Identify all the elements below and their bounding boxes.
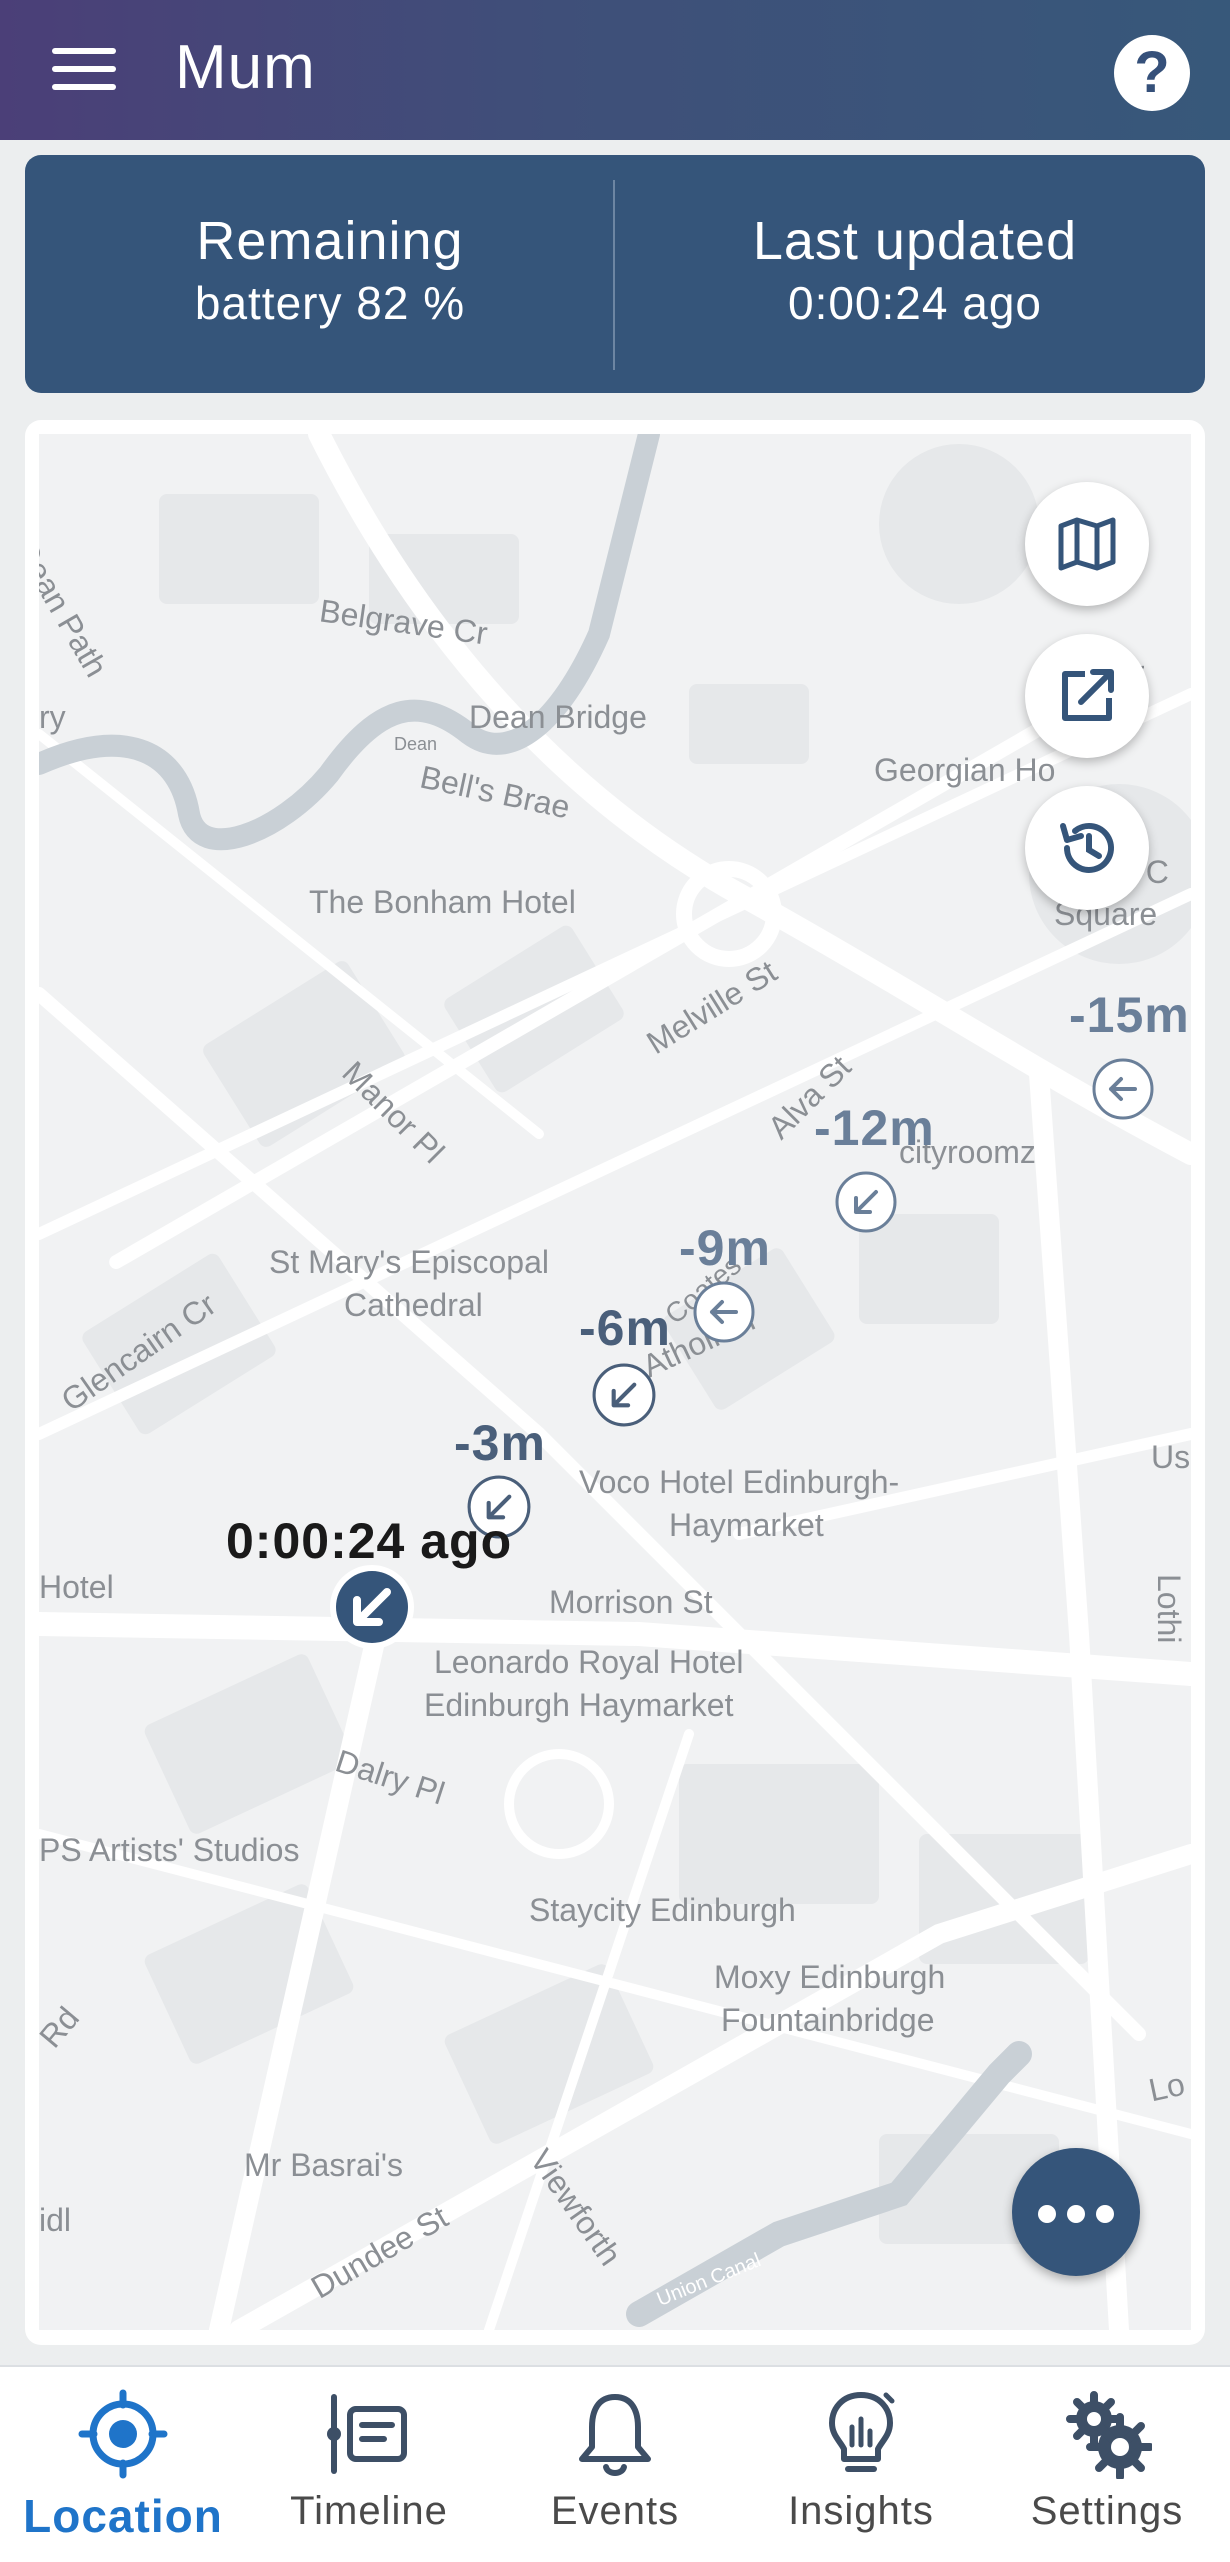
last-updated-label: Last updated: [752, 211, 1078, 271]
current-location-arrow-icon[interactable]: [327, 1562, 417, 1652]
trail-arrow-icon[interactable]: [834, 1170, 898, 1234]
nav-events[interactable]: Events: [492, 2367, 738, 2562]
last-updated-value: 0:00:24 ago: [787, 277, 1042, 329]
map-label: Dean Bridge: [469, 699, 647, 735]
location-crosshair-icon: [78, 2389, 168, 2479]
battery-status: Remaining battery 82 %: [50, 210, 610, 334]
more-button[interactable]: [1012, 2148, 1140, 2276]
nav-timeline[interactable]: Timeline: [246, 2367, 492, 2562]
map-label: Mr Basrai's: [244, 2147, 404, 2183]
external-link-icon: [1062, 669, 1114, 721]
map-icon: [1058, 517, 1116, 571]
map-label: Edinburgh Haymarket: [424, 1687, 734, 1723]
lightbulb-icon: [829, 2392, 895, 2472]
map-label: Dean: [394, 734, 438, 754]
battery-value: battery 82 %: [194, 277, 466, 329]
map-label: PS Artists' Studios: [39, 1832, 300, 1868]
more-icon: [1038, 2205, 1056, 2223]
map-label: idl: [39, 2202, 72, 2238]
map-label: Us: [1151, 1439, 1191, 1475]
map-label: Georgian Ho: [874, 752, 1056, 788]
map-label: Lo: [1145, 2065, 1188, 2109]
trail-time-label: -3m: [454, 1415, 546, 1471]
map-label: Hotel: [39, 1569, 114, 1605]
nav-timeline-label: Timeline: [290, 2489, 448, 2533]
history-icon: [1060, 822, 1114, 873]
trail-time-label: -6m: [579, 1300, 671, 1356]
trail-time-label: -15m: [1069, 987, 1190, 1043]
app-header: Mum ?: [0, 0, 1230, 140]
map-label: Voco Hotel Edinburgh-: [579, 1464, 900, 1500]
trail-time-label: -12m: [814, 1100, 935, 1156]
timeline-icon: [327, 2394, 407, 2474]
divider: [613, 180, 615, 370]
map-label: Cathedral: [344, 1287, 483, 1323]
open-external-button[interactable]: [1025, 634, 1149, 758]
map-label: Leonardo Royal Hotel: [434, 1644, 744, 1680]
map-label: Lothi: [1151, 1574, 1187, 1644]
nav-events-label: Events: [550, 2489, 680, 2533]
trail-arrow-icon[interactable]: [1091, 1057, 1155, 1121]
nav-settings-label: Settings: [1030, 2489, 1184, 2533]
page-title: Mum: [175, 33, 316, 102]
last-updated-status: Last updated 0:00:24 ago: [635, 210, 1195, 334]
map-view[interactable]: Dean Path Belgrave Cr ry Dean Bridge Dea…: [39, 434, 1191, 2330]
battery-label: Remaining: [196, 211, 464, 271]
map-label: Fountainbridge: [721, 2002, 935, 2038]
gears-icon: [1066, 2391, 1152, 2479]
menu-icon[interactable]: [52, 48, 116, 92]
map-label: ry: [39, 699, 66, 735]
trail-arrow-icon[interactable]: [591, 1362, 657, 1428]
history-button[interactable]: [1025, 786, 1149, 910]
nav-settings[interactable]: Settings: [984, 2367, 1230, 2562]
map-card: Dean Path Belgrave Cr ry Dean Bridge Dea…: [25, 420, 1205, 2345]
map-label: Morrison St: [549, 1584, 713, 1620]
map-label: St Mary's Episcopal: [269, 1244, 549, 1280]
map-label: Haymarket: [669, 1507, 824, 1543]
trail-time-label: -9m: [679, 1220, 771, 1276]
help-icon[interactable]: ?: [1114, 35, 1190, 111]
map-type-button[interactable]: [1025, 482, 1149, 606]
nav-location-label: Location: [23, 2490, 223, 2542]
status-card: Remaining battery 82 % Last updated 0:00…: [25, 155, 1205, 393]
nav-insights[interactable]: Insights: [738, 2367, 984, 2562]
nav-insights-label: Insights: [788, 2489, 934, 2533]
bell-icon: [579, 2394, 651, 2476]
nav-location[interactable]: Location: [0, 2367, 246, 2562]
trail-arrow-icon[interactable]: [692, 1280, 756, 1344]
map-label: Staycity Edinburgh: [529, 1892, 796, 1928]
map-label: Moxy Edinburgh: [714, 1959, 946, 1995]
map-label: The Bonham Hotel: [309, 884, 576, 920]
bottom-nav: Location Timeline Events Insights Settin…: [0, 2365, 1230, 2562]
